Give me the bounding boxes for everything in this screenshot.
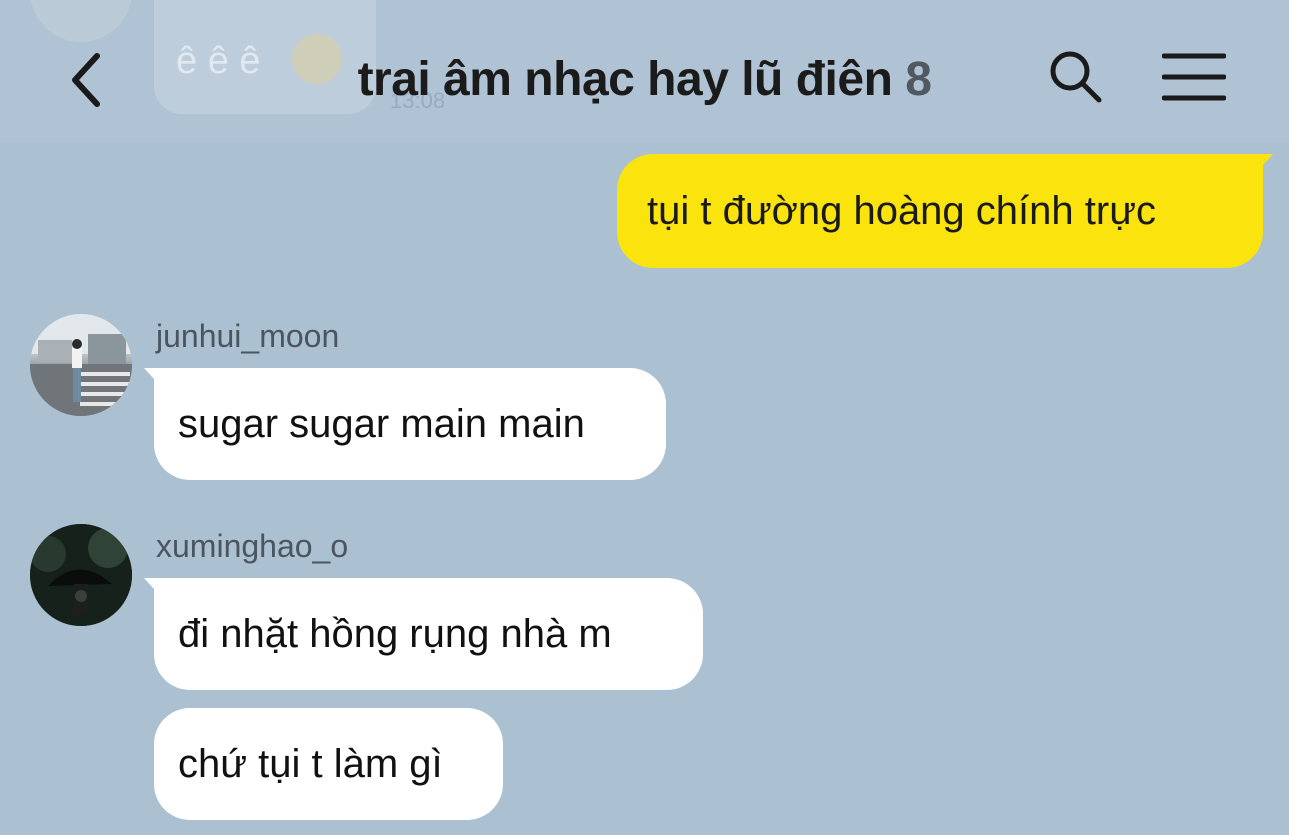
bubble-tail bbox=[1253, 154, 1273, 176]
chat-header: ê ê ê 13:08 trai âm nhạc hay lũ điên 8 bbox=[0, 0, 1289, 142]
bubble-tail bbox=[144, 368, 164, 390]
message-text: tụi t đường hoàng chính trực bbox=[647, 188, 1156, 233]
scrolled-timestamp: 13:08 bbox=[390, 88, 446, 113]
hamburger-menu-icon bbox=[1162, 53, 1226, 101]
bubble-tail bbox=[144, 578, 164, 600]
scrolled-avatar-ghost bbox=[30, 0, 132, 42]
my-message-bubble[interactable]: tụi t đường hoàng chính trực bbox=[617, 154, 1273, 268]
avatar[interactable] bbox=[30, 314, 132, 416]
search-button[interactable] bbox=[1036, 42, 1116, 112]
message-text: đi nhặt hồng rụng nhà m bbox=[178, 611, 612, 656]
scrolled-emoji-ghost bbox=[292, 34, 342, 84]
avatar[interactable] bbox=[30, 524, 132, 626]
chevron-left-icon bbox=[72, 53, 100, 107]
search-icon bbox=[1050, 51, 1102, 103]
menu-button[interactable] bbox=[1152, 42, 1236, 112]
avatar-photo bbox=[30, 314, 132, 416]
message-bubble[interactable]: chứ tụi t làm gì bbox=[154, 708, 503, 820]
avatar-photo bbox=[30, 524, 132, 626]
message-text: sugar sugar main main bbox=[178, 401, 585, 446]
sender-name: junhui_moon bbox=[156, 318, 340, 354]
member-count: 8 bbox=[905, 53, 932, 106]
back-button[interactable] bbox=[50, 40, 120, 120]
message-text: chứ tụi t làm gì bbox=[178, 741, 443, 786]
message-bubble[interactable]: sugar sugar main main bbox=[144, 368, 666, 480]
scrolled-message-text: ê ê ê bbox=[176, 40, 261, 82]
sender-name: xuminghao_o bbox=[156, 528, 349, 564]
message-bubble[interactable]: đi nhặt hồng rụng nhà m bbox=[144, 578, 703, 690]
